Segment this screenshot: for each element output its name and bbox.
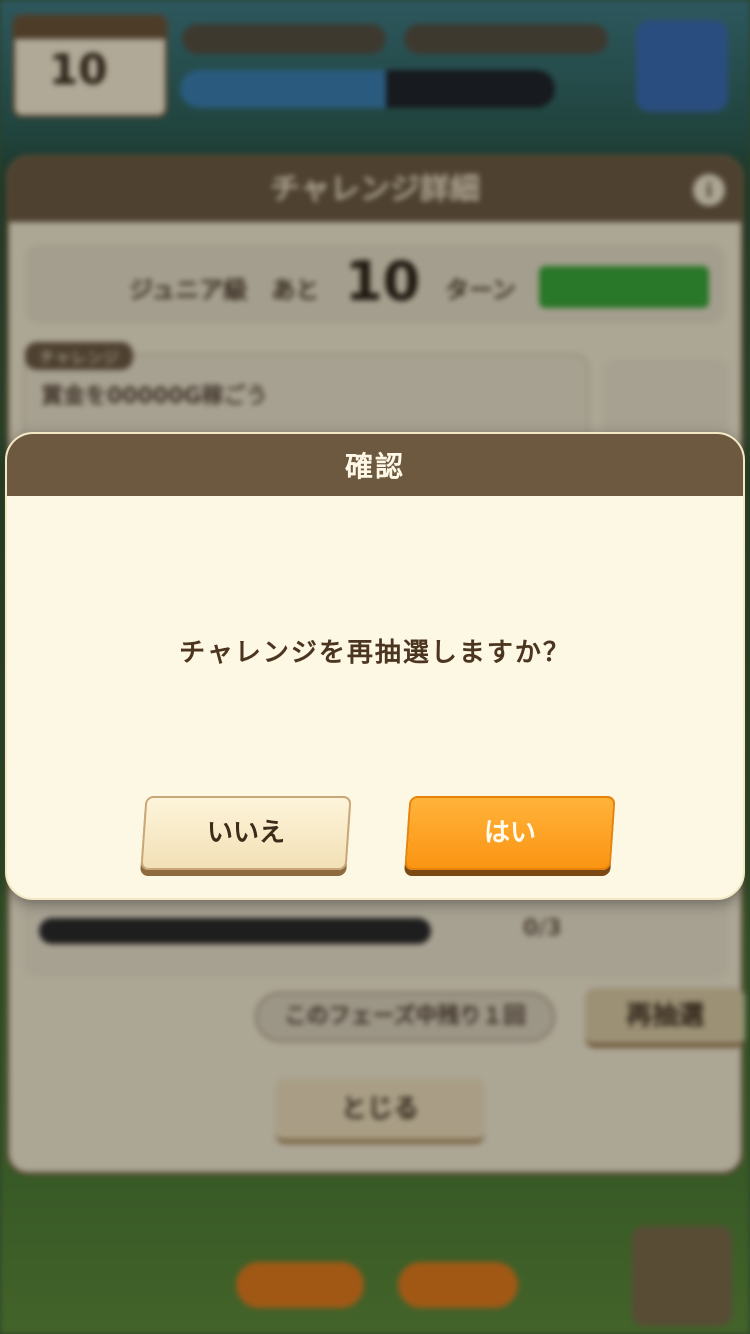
no-button-label: いいえ <box>206 818 285 848</box>
yes-button-label: はい <box>483 818 536 848</box>
dialog-header: 確認 <box>7 434 743 496</box>
dialog-message: チャレンジを再抽選しますか？ <box>179 638 571 668</box>
no-button[interactable]: いいえ <box>140 796 352 870</box>
dialog-title: 確認 <box>344 450 405 483</box>
yes-button[interactable]: はい <box>404 796 616 870</box>
confirm-dialog: 確認 チャレンジを再抽選しますか？ いいえ はい <box>5 432 745 900</box>
